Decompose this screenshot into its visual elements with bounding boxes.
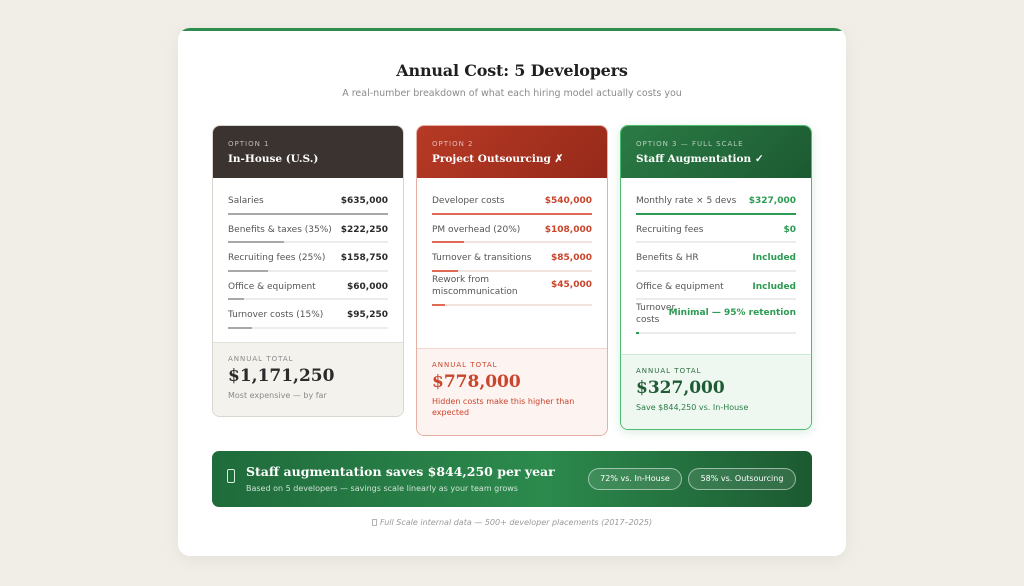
cost-row: Developer costs $540,000 [432, 186, 592, 215]
total-note: Save $844,250 vs. In-House [636, 403, 749, 412]
cost-value: $222,250 [340, 224, 388, 235]
cost-row: Turnover costs Minimal — 95% retention [636, 300, 796, 335]
cost-label: Recruiting fees [636, 224, 704, 235]
cost-label: Developer costs [432, 196, 505, 206]
cost-label: Office & equipment [636, 281, 724, 292]
cost-value: Minimal — 95% retention [668, 308, 796, 319]
page-title: Annual Cost: 5 Developers [396, 61, 628, 80]
cost-row: Benefits & taxes (35%) $222,250 [228, 215, 388, 244]
option-name: Project Outsourcing ✗ [432, 153, 564, 165]
option-label: OPTION 2 [432, 140, 474, 148]
cost-bar-track [432, 303, 592, 306]
cost-value: $635,000 [340, 196, 388, 206]
option-name: In-House (U.S.) [228, 153, 319, 165]
cost-value: $85,000 [551, 253, 592, 264]
annual-total: ANNUAL TOTAL $327,000 Save $844,250 vs. … [621, 354, 811, 429]
savings-banner: Staff augmentation saves $844,250 per ye… [212, 451, 812, 507]
cost-bar-track [228, 326, 388, 329]
option-name: Staff Augmentation ✓ [636, 153, 764, 165]
cost-comparison-card: Annual Cost: 5 Developers A real-number … [178, 28, 846, 556]
total-note: Hidden costs make this higher than expec… [432, 397, 575, 417]
cost-row: Recruiting fees (25%) $158,750 [228, 243, 388, 272]
banner-subtitle: Based on 5 developers — savings scale li… [246, 484, 518, 493]
cost-bar-track [636, 332, 796, 335]
cost-rows: Salaries $635,000 Benefits & taxes (35%)… [213, 178, 403, 329]
option-header: OPTION 3 — FULL SCALE Staff Augmentation… [621, 126, 811, 178]
cost-row: Turnover costs (15%) $95,250 [228, 300, 388, 329]
savings-pill-outsourcing: 58% vs. Outsourcing [688, 468, 796, 490]
cost-row: Salaries $635,000 [228, 186, 388, 215]
cost-bar-fill [636, 332, 640, 335]
cost-value: $158,750 [340, 253, 388, 264]
cost-value: $95,250 [347, 310, 388, 321]
cost-value: $540,000 [544, 196, 592, 206]
total-label: ANNUAL TOTAL [432, 361, 498, 369]
annual-total: ANNUAL TOTAL $778,000 Hidden costs make … [417, 348, 607, 435]
document-icon [371, 519, 377, 526]
option-label: OPTION 3 — FULL SCALE [636, 140, 744, 148]
cost-row: Monthly rate × 5 devs $327,000 [636, 186, 796, 215]
cost-value: $60,000 [347, 281, 388, 292]
cost-label: Rework from miscommunication [432, 274, 518, 297]
cost-label: Benefits & HR [636, 253, 699, 264]
cost-value: $108,000 [544, 224, 592, 235]
cost-value: $327,000 [748, 196, 796, 206]
cost-rows: Developer costs $540,000 PM overhead (20… [417, 178, 607, 306]
cost-value: Included [752, 253, 796, 264]
cost-label: Monthly rate × 5 devs [636, 196, 737, 206]
cost-row: Office & equipment Included [636, 272, 796, 301]
cost-label: PM overhead (20%) [432, 224, 521, 235]
cost-label: Office & equipment [228, 281, 316, 292]
cost-label: Turnover & transitions [432, 253, 532, 264]
cost-rows: Monthly rate × 5 devs $327,000 Recruitin… [621, 178, 811, 335]
lightbulb-icon [227, 469, 235, 483]
cost-label: Recruiting fees (25%) [228, 253, 326, 264]
total-label: ANNUAL TOTAL [636, 367, 702, 375]
total-note: Most expensive — by far [228, 391, 327, 400]
source-footnote: Full Scale internal data — 500+ develope… [178, 518, 846, 527]
cost-value: $45,000 [551, 279, 592, 290]
cost-row: Office & equipment $60,000 [228, 272, 388, 301]
total-value: $778,000 [432, 372, 521, 392]
cost-row: PM overhead (20%) $108,000 [432, 215, 592, 244]
cost-row: Turnover & transitions $85,000 [432, 243, 592, 272]
option-header: OPTION 1 In-House (U.S.) [213, 126, 403, 178]
cost-label: Salaries [228, 196, 264, 206]
cost-label: Turnover costs (15%) [228, 310, 324, 321]
option-card-inhouse: OPTION 1 In-House (U.S.) Salaries $635,0… [212, 125, 404, 417]
cost-bar-fill [228, 326, 252, 329]
total-value: $327,000 [636, 378, 725, 398]
cost-row: Rework from miscommunication $45,000 [432, 272, 592, 306]
cost-row: Recruiting fees $0 [636, 215, 796, 244]
total-value: $1,171,250 [228, 366, 335, 386]
footnote-text: Full Scale internal data — 500+ develope… [379, 518, 653, 527]
option-label: OPTION 1 [228, 140, 270, 148]
annual-total: ANNUAL TOTAL $1,171,250 Most expensive —… [213, 342, 403, 416]
savings-pill-inhouse: 72% vs. In-House [588, 468, 682, 490]
cost-value: $0 [783, 224, 796, 235]
option-header: OPTION 2 Project Outsourcing ✗ [417, 126, 607, 178]
page-subtitle: A real-number breakdown of what each hir… [342, 88, 682, 99]
cost-bar-fill [432, 303, 445, 306]
accent-top-border [178, 28, 846, 31]
cost-value: Included [752, 281, 796, 292]
option-card-staff-augmentation: OPTION 3 — FULL SCALE Staff Augmentation… [620, 125, 812, 430]
total-label: ANNUAL TOTAL [228, 355, 294, 363]
option-card-outsourcing: OPTION 2 Project Outsourcing ✗ Developer… [416, 125, 608, 436]
cost-label: Benefits & taxes (35%) [228, 224, 332, 235]
banner-title: Staff augmentation saves $844,250 per ye… [246, 464, 555, 479]
cost-row: Benefits & HR Included [636, 243, 796, 272]
